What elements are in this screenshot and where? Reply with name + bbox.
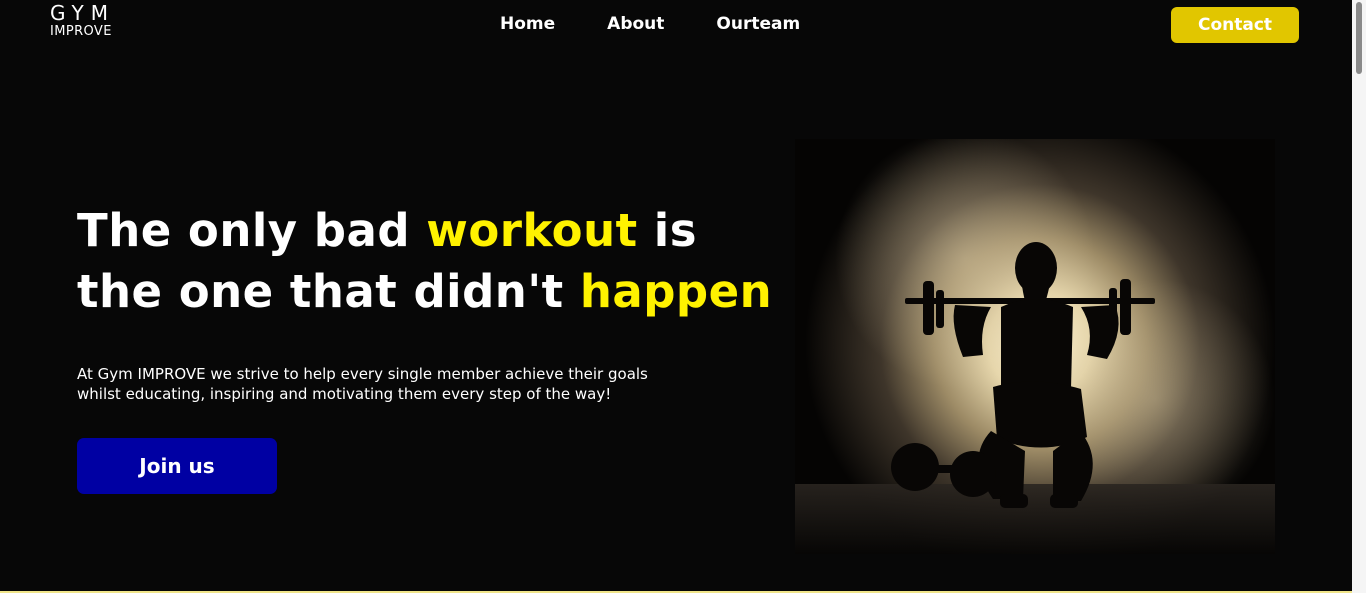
nav-link-home[interactable]: Home <box>500 14 555 34</box>
hero-description-line-2: whilst educating, inspiring and motivati… <box>77 385 612 403</box>
woman-barbell-silhouette-image <box>795 139 1275 554</box>
nav-item-about: About <box>607 14 664 34</box>
headline-part-2: is <box>637 204 698 257</box>
nav-link-about[interactable]: About <box>607 14 664 34</box>
join-us-button[interactable]: Join us <box>77 438 277 494</box>
hero-workout-image <box>795 139 1275 554</box>
headline-highlight-workout: workout <box>426 204 638 257</box>
scrollbar-thumb[interactable] <box>1356 2 1362 74</box>
hero-headline: The only bad workout is the one that did… <box>77 200 777 322</box>
nav-item-home: Home <box>500 14 555 34</box>
headline-part-1: The only bad <box>77 204 427 257</box>
headline-part-3: the one that didn't <box>77 265 580 318</box>
page-scrollbar[interactable] <box>1352 0 1366 593</box>
contact-button[interactable]: Contact <box>1171 7 1299 43</box>
hero-description: At Gym IMPROVE we strive to help every s… <box>77 364 777 404</box>
hero-section: The only bad workout is the one that did… <box>77 200 777 404</box>
nav-item-ourteam: Ourteam <box>716 14 800 34</box>
logo-gym-text: GYM <box>50 1 115 25</box>
hero-description-line-1: At Gym IMPROVE we strive to help every s… <box>77 365 648 383</box>
navbar: GYM IMPROVE Home About Ourteam Contact <box>0 0 1352 52</box>
logo-improve-text: IMPROVE <box>50 24 112 39</box>
nav-links: Home About Ourteam <box>500 14 800 34</box>
gym-logo[interactable]: GYM IMPROVE <box>50 3 115 38</box>
nav-link-ourteam[interactable]: Ourteam <box>716 14 800 34</box>
headline-highlight-happen: happen <box>579 265 773 318</box>
